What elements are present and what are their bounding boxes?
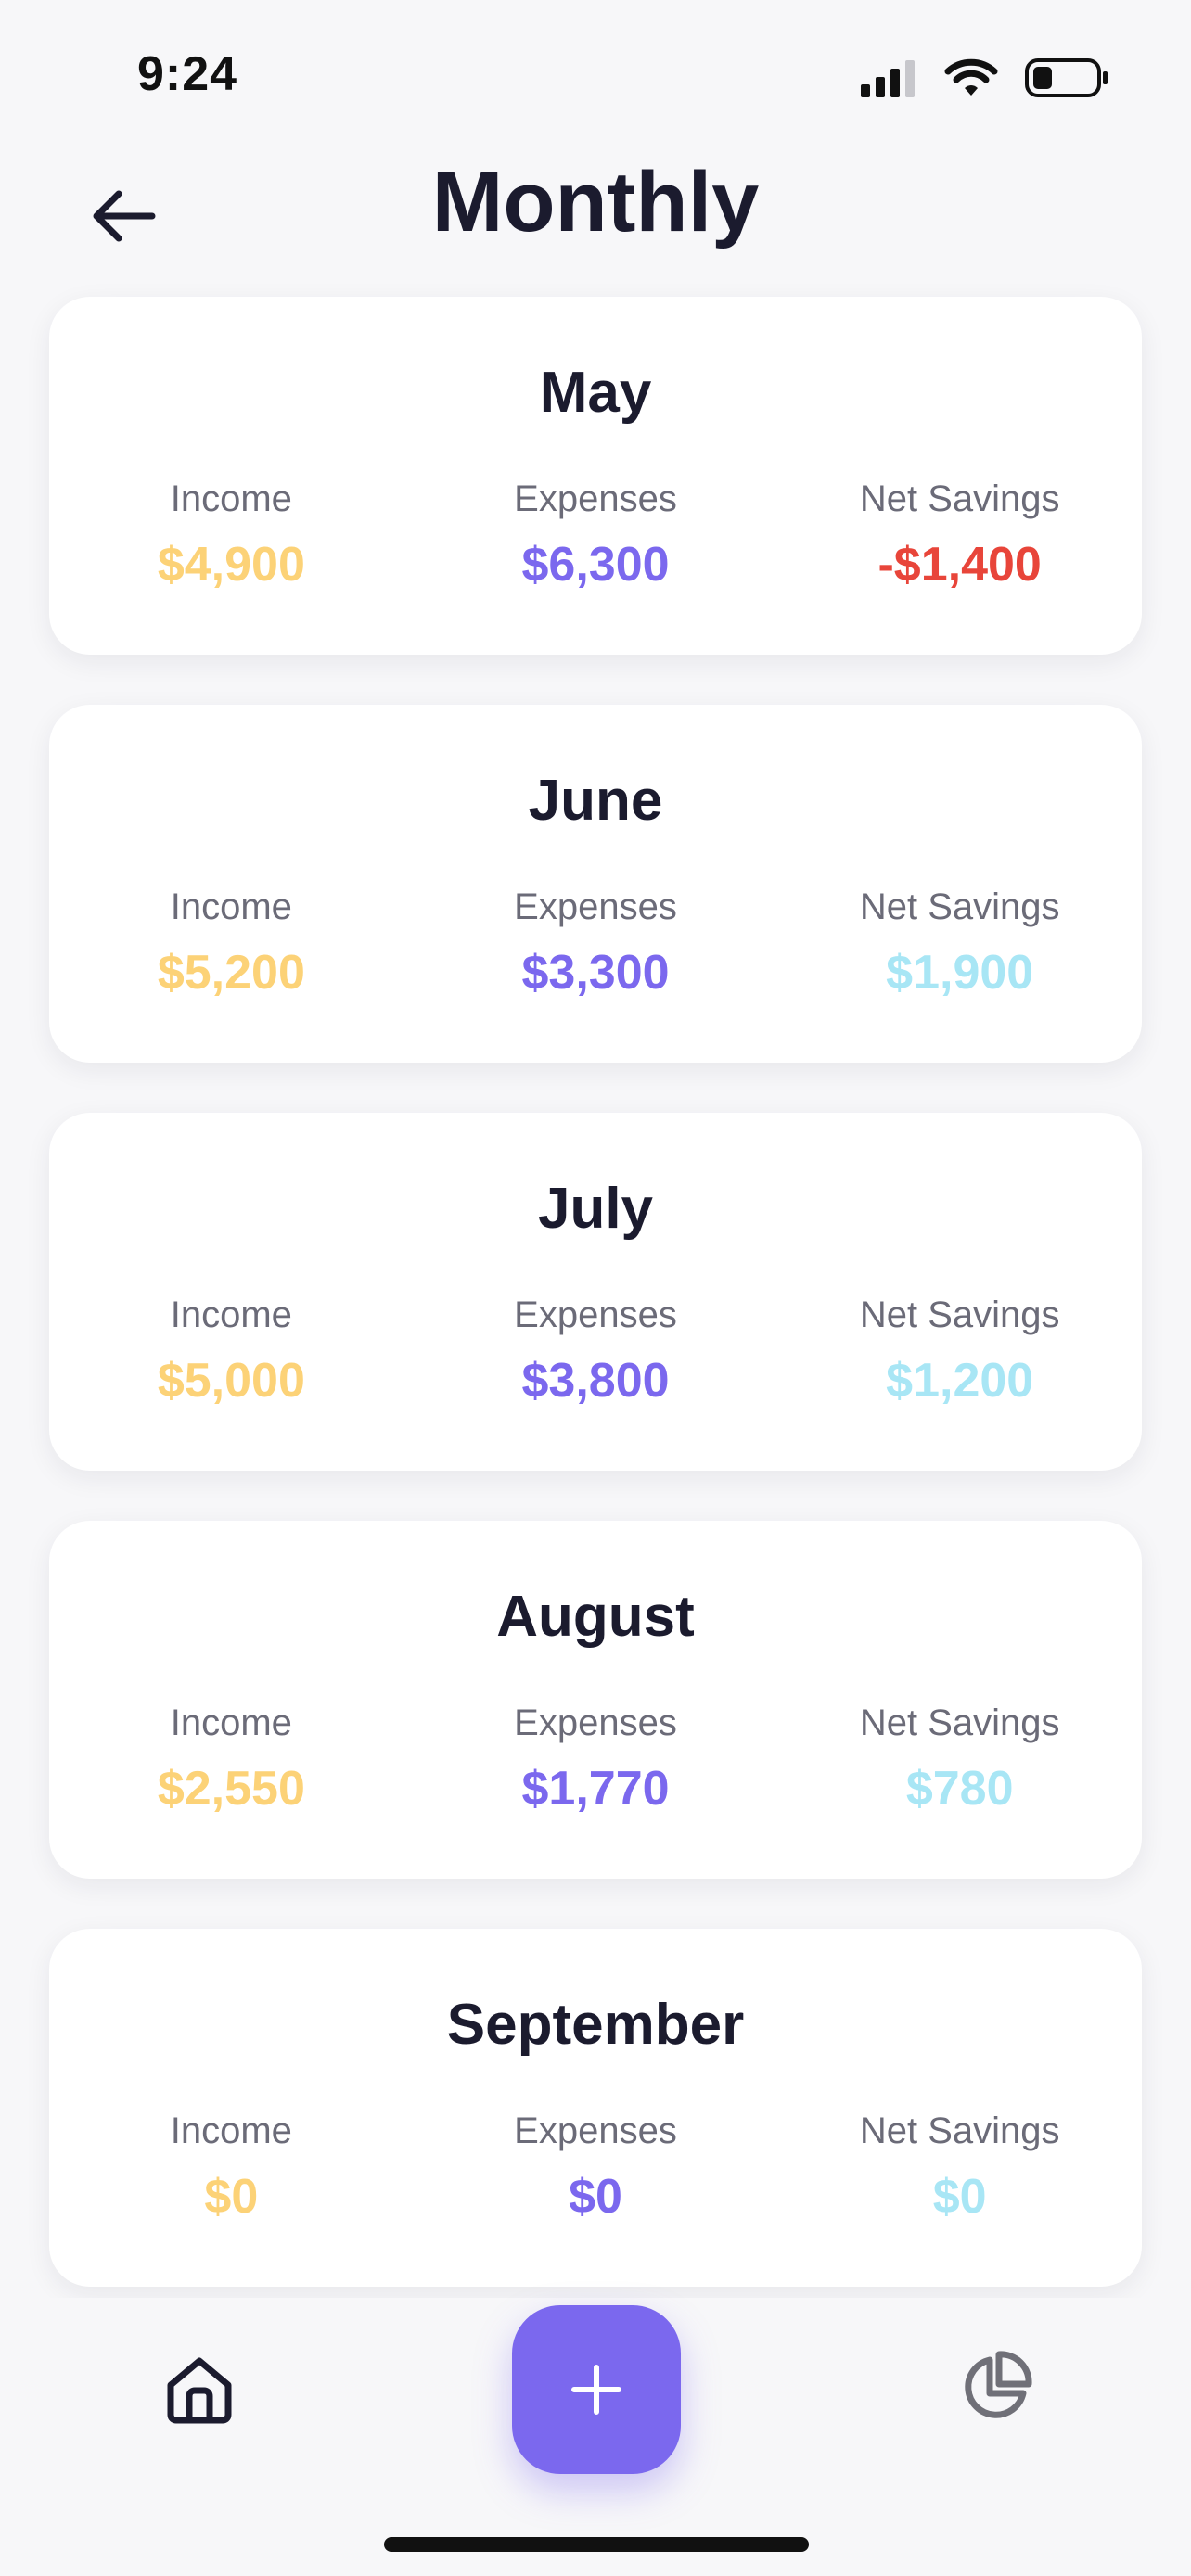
status-time: 9:24 — [137, 47, 238, 101]
month-title: August — [496, 1585, 695, 1649]
expenses-label: Expenses — [514, 1294, 677, 1335]
month-title: July — [537, 1177, 654, 1241]
savings-stat: Net Savings $780 — [777, 1702, 1142, 1817]
income-value: $4,900 — [157, 538, 305, 592]
income-stat: Income $4,900 — [49, 478, 414, 593]
month-stats: Income $5,000 Expenses $3,800 Net Saving… — [49, 1294, 1142, 1409]
expenses-value: $3,800 — [521, 1354, 670, 1408]
savings-value: $0 — [932, 2170, 987, 2224]
savings-value: $1,900 — [886, 946, 1034, 1000]
savings-stat: Net Savings $1,900 — [777, 886, 1142, 1001]
status-bar: 9:24 — [0, 0, 1191, 139]
expenses-label: Expenses — [514, 2111, 677, 2151]
nav-chart-button[interactable] — [954, 2346, 1037, 2429]
month-card-may[interactable]: May Income $4,900 Expenses $6,300 Net Sa… — [49, 297, 1142, 655]
month-stats: Income $0 Expenses $0 Net Savings $0 — [49, 2111, 1142, 2225]
page-title: Monthly — [431, 155, 760, 249]
expenses-label: Expenses — [514, 478, 677, 519]
income-label: Income — [170, 478, 292, 519]
expenses-label: Expenses — [514, 1702, 677, 1743]
income-stat: Income $0 — [49, 2111, 414, 2225]
month-stats: Income $5,200 Expenses $3,300 Net Saving… — [49, 886, 1142, 1001]
expenses-stat: Expenses $1,770 — [414, 1702, 778, 1817]
home-indicator — [384, 2537, 809, 2552]
income-label: Income — [170, 1702, 292, 1743]
income-value: $2,550 — [157, 1762, 305, 1816]
home-icon — [167, 2357, 232, 2424]
expenses-value: $0 — [569, 2170, 622, 2224]
income-value: $5,000 — [157, 1354, 305, 1408]
month-card-september[interactable]: September Income $0 Expenses $0 Net Savi… — [49, 1929, 1142, 2287]
savings-label: Net Savings — [859, 886, 1060, 927]
expenses-stat: Expenses $3,300 — [414, 886, 778, 1001]
expenses-stat: Expenses $6,300 — [414, 478, 778, 593]
month-stats: Income $4,900 Expenses $6,300 Net Saving… — [49, 478, 1142, 593]
income-stat: Income $5,000 — [49, 1294, 414, 1409]
month-card-august[interactable]: August Income $2,550 Expenses $1,770 Net… — [49, 1521, 1142, 1879]
savings-stat: Net Savings -$1,400 — [777, 478, 1142, 593]
savings-label: Net Savings — [859, 478, 1060, 519]
month-card-july[interactable]: July Income $5,000 Expenses $3,800 Net S… — [49, 1113, 1142, 1471]
month-title: June — [528, 769, 663, 833]
income-value: $5,200 — [157, 946, 305, 1000]
month-list: May Income $4,900 Expenses $6,300 Net Sa… — [49, 297, 1142, 2337]
savings-label: Net Savings — [859, 1702, 1060, 1743]
income-stat: Income $2,550 — [49, 1702, 414, 1817]
expenses-label: Expenses — [514, 886, 677, 927]
income-label: Income — [170, 886, 292, 927]
income-value: $0 — [204, 2170, 259, 2224]
income-stat: Income $5,200 — [49, 886, 414, 1001]
header: Monthly — [0, 139, 1191, 297]
cellular-signal-icon — [861, 60, 915, 97]
savings-label: Net Savings — [859, 1294, 1060, 1335]
add-transaction-button[interactable] — [512, 2305, 681, 2474]
expenses-value: $1,770 — [521, 1762, 670, 1816]
expenses-stat: Expenses $0 — [414, 2111, 778, 2225]
savings-value: -$1,400 — [877, 538, 1042, 592]
status-icons — [859, 57, 1109, 98]
plus-icon — [571, 2365, 621, 2415]
savings-label: Net Savings — [859, 2111, 1060, 2151]
savings-stat: Net Savings $1,200 — [777, 1294, 1142, 1409]
pie-chart-icon — [965, 2351, 1032, 2418]
nav-home-button[interactable] — [158, 2348, 241, 2431]
expenses-value: $3,300 — [521, 946, 670, 1000]
month-title: May — [539, 361, 652, 425]
savings-stat: Net Savings $0 — [777, 2111, 1142, 2225]
income-label: Income — [170, 1294, 292, 1335]
month-card-june[interactable]: June Income $5,200 Expenses $3,300 Net S… — [49, 705, 1142, 1063]
wifi-icon — [944, 58, 998, 96]
expenses-value: $6,300 — [521, 538, 670, 592]
income-label: Income — [170, 2111, 292, 2151]
battery-icon — [1025, 58, 1108, 97]
expenses-stat: Expenses $3,800 — [414, 1294, 778, 1409]
month-title: September — [446, 1993, 745, 2057]
month-stats: Income $2,550 Expenses $1,770 Net Saving… — [49, 1702, 1142, 1817]
savings-value: $1,200 — [886, 1354, 1034, 1408]
bottom-nav — [0, 2298, 1191, 2576]
savings-value: $780 — [905, 1762, 1014, 1816]
